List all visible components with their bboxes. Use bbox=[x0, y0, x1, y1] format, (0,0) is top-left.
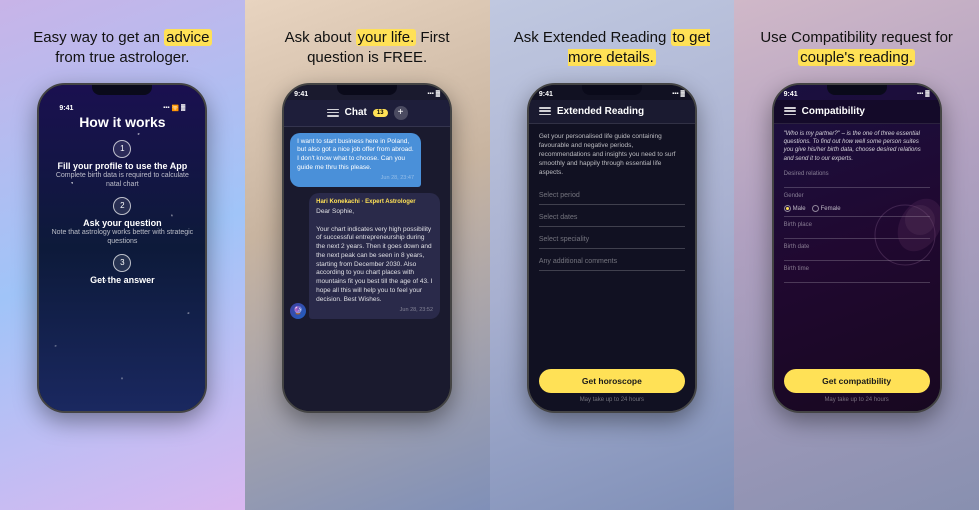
panel-3: Ask Extended Reading to get more details… bbox=[490, 0, 735, 510]
how-it-works-title: How it works bbox=[49, 114, 195, 130]
step-3-circle: 3 bbox=[113, 254, 131, 272]
radio-female-label: Female bbox=[821, 206, 841, 212]
battery-icon-3: ▓ bbox=[681, 91, 685, 97]
signal-icon-2: ▪▪▪ bbox=[427, 91, 433, 97]
ext-reading-title: Extended Reading bbox=[557, 106, 644, 117]
birth-time-field[interactable] bbox=[784, 274, 930, 283]
phone-1-screen: 9:41 ▪▪▪ 🛜 ▓ How it works 1 Fill your pr… bbox=[39, 85, 205, 411]
radio-male[interactable]: Male bbox=[784, 205, 806, 212]
phone-4: 9:41 ▪▪▪ ▓ Compatibility bbox=[772, 83, 942, 413]
phone-1-notch bbox=[92, 85, 152, 95]
radio-female-dot bbox=[812, 205, 819, 212]
radio-male-dot bbox=[784, 205, 791, 212]
step-2-circle: 2 bbox=[113, 197, 131, 215]
radio-female[interactable]: Female bbox=[812, 205, 841, 212]
compat-body: "Who is my partner?" – is the one of thr… bbox=[774, 124, 940, 361]
chat-add-button[interactable]: + bbox=[394, 106, 408, 120]
astro-avatar: 🔮 bbox=[290, 303, 306, 319]
time-display-2: 9:41 bbox=[294, 91, 308, 98]
phone-2-notch bbox=[337, 85, 397, 95]
desired-relations-field[interactable] bbox=[784, 179, 930, 188]
panel-2-caption: Ask about your life. First question is F… bbox=[267, 28, 467, 69]
astro-message-time: Jun 28, 23:52 bbox=[316, 307, 433, 314]
chat-badge: 13 bbox=[373, 109, 388, 117]
ext-field-period[interactable]: Select period bbox=[539, 187, 685, 205]
ext-header: Extended Reading bbox=[529, 100, 695, 124]
highlight-couples: couple's reading. bbox=[798, 49, 915, 66]
ext-description: Get your personalised life guide contain… bbox=[539, 132, 685, 177]
highlight-your-life: your life. bbox=[356, 29, 417, 46]
panel-3-caption: Ask Extended Reading to get more details… bbox=[512, 28, 712, 69]
battery-icon-4: ▓ bbox=[925, 91, 929, 97]
compat-note: May take up to 24 hours bbox=[824, 397, 888, 403]
step-3-title: Get the answer bbox=[90, 275, 155, 285]
get-horoscope-button[interactable]: Get horoscope bbox=[539, 369, 685, 393]
astro-name: Hari Konekachi · Expert Astrologer bbox=[316, 198, 433, 206]
ext-body: Get your personalised life guide contain… bbox=[529, 124, 695, 361]
desired-relations-label: Desired relations bbox=[784, 171, 930, 177]
panel-4: Use Compatibility request for couple's r… bbox=[734, 0, 979, 510]
chat-messages: I want to start business here in Poland,… bbox=[284, 127, 450, 411]
panel-1: Easy way to get an advice from true astr… bbox=[0, 0, 245, 510]
panel-4-caption: Use Compatibility request for couple's r… bbox=[757, 28, 957, 69]
highlight-advice: advice bbox=[164, 29, 211, 46]
ext-menu-icon[interactable] bbox=[539, 107, 551, 115]
ext-field-dates[interactable]: Select dates bbox=[539, 209, 685, 227]
phone-3-notch bbox=[582, 85, 642, 95]
phone-3-screen: 9:41 ▪▪▪ ▓ Extended Reading Get your per… bbox=[529, 85, 695, 411]
ext-field-speciality[interactable]: Select speciality bbox=[539, 231, 685, 249]
status-icons-4: ▪▪▪ ▓ bbox=[917, 91, 930, 97]
battery-icon-2: ▓ bbox=[436, 91, 440, 97]
compat-header: Compatibility bbox=[774, 100, 940, 124]
status-icons-2: ▪▪▪ ▓ bbox=[427, 91, 440, 97]
radio-male-label: Male bbox=[793, 206, 806, 212]
step-1: 1 Fill your profile to use the App Compl… bbox=[49, 140, 195, 189]
menu-icon[interactable] bbox=[327, 109, 339, 117]
compat-footer: Get compatibility May take up to 24 hour… bbox=[774, 361, 940, 411]
signal-icon-3: ▪▪▪ bbox=[672, 91, 678, 97]
phone-3: 9:41 ▪▪▪ ▓ Extended Reading Get your per… bbox=[527, 83, 697, 413]
compat-menu-icon[interactable] bbox=[784, 107, 796, 115]
step-1-circle: 1 bbox=[113, 140, 131, 158]
compat-quote-text: "Who is my partner?" – is the one of thr… bbox=[784, 130, 930, 164]
chat-header: Chat 13 + bbox=[284, 100, 450, 127]
signal-icon-4: ▪▪▪ bbox=[917, 91, 923, 97]
user-message-time: Jun 28, 23:47 bbox=[297, 175, 414, 182]
chat-title: Chat bbox=[345, 107, 367, 118]
phone-4-notch bbox=[827, 85, 887, 95]
phone-2-screen: 9:41 ▪▪▪ ▓ Chat 13 + I want to start bus… bbox=[284, 85, 450, 411]
get-compatibility-button[interactable]: Get compatibility bbox=[784, 369, 930, 393]
phone-1: 9:41 ▪▪▪ 🛜 ▓ How it works 1 Fill your pr… bbox=[37, 83, 207, 413]
phone-2: 9:41 ▪▪▪ ▓ Chat 13 + I want to start bus… bbox=[282, 83, 452, 413]
panel-1-caption: Easy way to get an advice from true astr… bbox=[22, 28, 222, 69]
ext-footer: Get horoscope May take up to 24 hours bbox=[529, 361, 695, 411]
stars-background bbox=[39, 85, 205, 411]
astro-message-bubble: Hari Konekachi · Expert Astrologer Dear … bbox=[309, 193, 440, 319]
ext-note: May take up to 24 hours bbox=[580, 397, 644, 403]
time-display-4: 9:41 bbox=[784, 91, 798, 98]
step-2-title: Ask your question bbox=[83, 218, 162, 228]
user-message-bubble: I want to start business here in Poland,… bbox=[290, 133, 421, 187]
astro-message-wrap: 🔮 Hari Konekachi · Expert Astrologer Dea… bbox=[290, 193, 444, 319]
status-icons-3: ▪▪▪ ▓ bbox=[672, 91, 685, 97]
phone-4-screen: 9:41 ▪▪▪ ▓ Compatibility bbox=[774, 85, 940, 411]
compat-screen-title: Compatibility bbox=[802, 106, 865, 117]
step-3: 3 Get the answer bbox=[49, 254, 195, 285]
compat-art bbox=[870, 195, 940, 275]
ext-field-comments[interactable]: Any additional comments bbox=[539, 253, 685, 271]
step-2-desc: Note that astrology works better with st… bbox=[49, 228, 195, 246]
user-message-wrap: I want to start business here in Poland,… bbox=[290, 133, 444, 187]
step-1-title: Fill your profile to use the App bbox=[58, 161, 188, 171]
step-2: 2 Ask your question Note that astrology … bbox=[49, 197, 195, 246]
step-1-desc: Complete birth data is required to calcu… bbox=[49, 171, 195, 189]
highlight-more-details: to get more details. bbox=[568, 29, 710, 66]
time-display-3: 9:41 bbox=[539, 91, 553, 98]
panel-2: Ask about your life. First question is F… bbox=[245, 0, 490, 510]
